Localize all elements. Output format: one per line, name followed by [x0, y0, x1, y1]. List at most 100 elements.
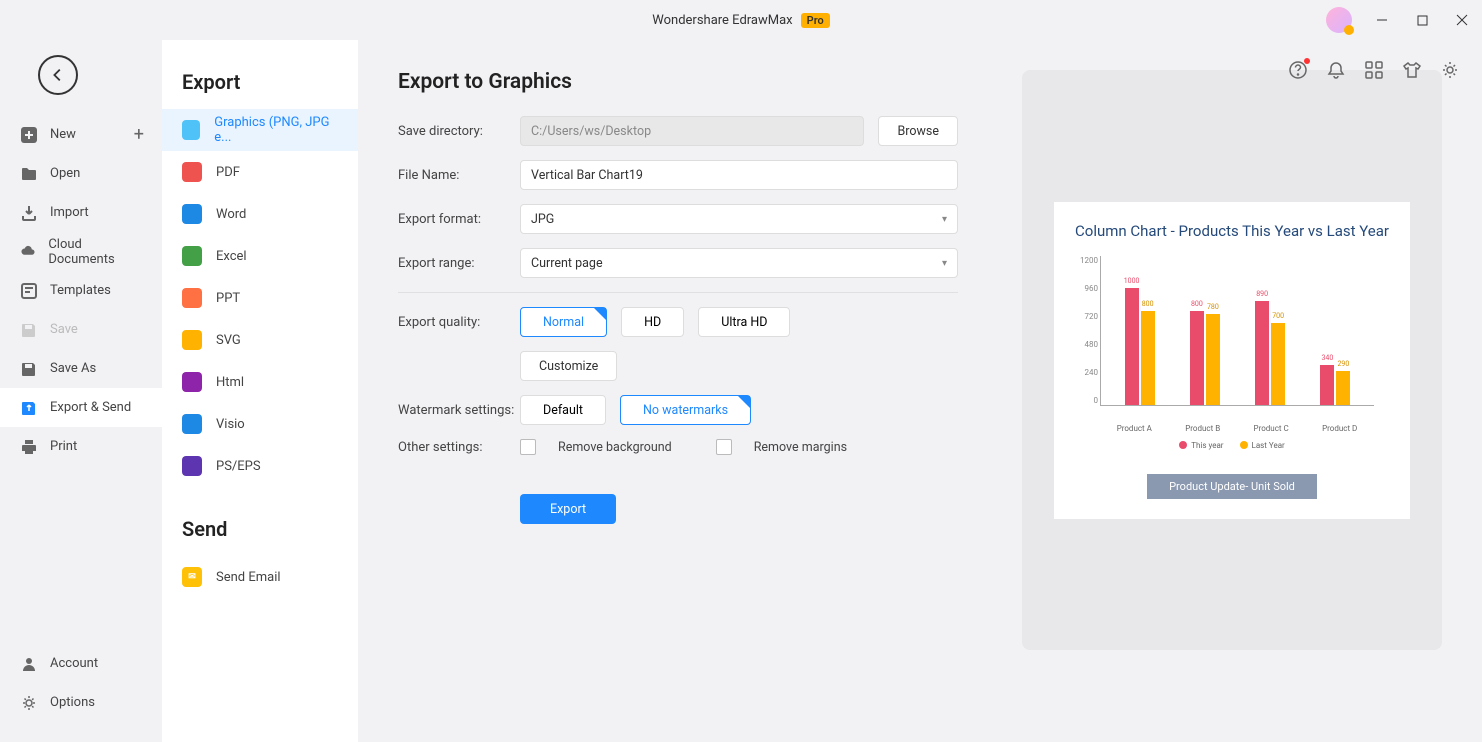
remove-margins-checkbox[interactable]	[716, 439, 732, 455]
x-label: Product C	[1254, 424, 1289, 433]
remove-bg-label: Remove background	[558, 440, 672, 455]
nav-templates[interactable]: Templates	[0, 271, 162, 310]
export-heading: Export	[162, 70, 358, 109]
export-pdf[interactable]: PDF	[162, 151, 358, 193]
preview-panel: Column Chart - Products This Year vs Las…	[1022, 70, 1442, 650]
quality-normal[interactable]: Normal	[520, 307, 607, 337]
account-icon	[20, 655, 38, 673]
word-icon	[182, 204, 202, 224]
export-item-label: Visio	[216, 417, 245, 432]
browse-button[interactable]: Browse	[878, 116, 958, 146]
watermark-label: Watermark settings:	[398, 403, 520, 418]
back-button[interactable]	[38, 55, 78, 95]
nav-options[interactable]: Options	[0, 683, 162, 722]
nav-export[interactable]: Export & Send	[0, 388, 162, 427]
watermark-no-watermarks[interactable]: No watermarks	[620, 395, 751, 425]
quality-hd[interactable]: HD	[621, 307, 684, 337]
bar-value: 700	[1272, 312, 1284, 320]
bell-icon[interactable]	[1326, 60, 1346, 80]
nav-saveas[interactable]: Save As	[0, 349, 162, 388]
format-label: Export format:	[398, 212, 520, 227]
export-excel[interactable]: Excel	[162, 235, 358, 277]
nav-print[interactable]: Print	[0, 427, 162, 466]
range-select[interactable]: Current page	[520, 248, 958, 278]
export-item-label: PDF	[216, 165, 240, 180]
title-bar: Wondershare EdrawMax Pro	[0, 0, 1482, 40]
export-ppt[interactable]: PPT	[162, 277, 358, 319]
bar: 290	[1336, 371, 1350, 405]
bar: 1000	[1125, 288, 1139, 405]
x-label: Product A	[1117, 424, 1152, 433]
quality-ultra-hd[interactable]: Ultra HD	[698, 307, 790, 337]
plus-icon[interactable]: +	[134, 124, 144, 145]
other-label: Other settings:	[398, 440, 520, 455]
img-icon	[182, 120, 200, 140]
file-name-input[interactable]: Vertical Bar Chart19	[520, 160, 958, 190]
open-icon	[20, 165, 38, 183]
y-tick: 480	[1070, 340, 1098, 349]
y-tick: 960	[1070, 284, 1098, 293]
html-icon	[182, 372, 202, 392]
nav-cloud[interactable]: Cloud Documents	[0, 232, 162, 271]
export-item-label: Html	[216, 375, 244, 390]
saveas-icon	[20, 360, 38, 378]
nav-account[interactable]: Account	[0, 644, 162, 683]
send-email[interactable]: ✉Send Email	[162, 556, 358, 598]
customize-button[interactable]: Customize	[520, 351, 617, 381]
range-label: Export range:	[398, 256, 520, 271]
export-button[interactable]: Export	[520, 494, 616, 524]
nav-open[interactable]: Open	[0, 154, 162, 193]
nav-label: Save	[50, 322, 78, 337]
templates-icon	[20, 282, 38, 300]
bar: 340	[1320, 365, 1334, 405]
file-name-label: File Name:	[398, 168, 520, 183]
maximize-button[interactable]	[1402, 0, 1442, 40]
y-tick: 0	[1070, 396, 1098, 405]
chart-title: Column Chart - Products This Year vs Las…	[1070, 222, 1394, 240]
minimize-button[interactable]	[1362, 0, 1402, 40]
remove-bg-checkbox[interactable]	[520, 439, 536, 455]
format-select[interactable]: JPG	[520, 204, 958, 234]
avatar[interactable]	[1326, 7, 1352, 33]
legend-swatch	[1240, 441, 1248, 449]
bar-group: 1000800	[1125, 288, 1155, 405]
save-dir-label: Save directory:	[398, 124, 520, 139]
nav-sidebar: New+ Open ImportCloud DocumentsTemplates Sa…	[0, 40, 162, 742]
help-icon[interactable]	[1288, 60, 1308, 80]
shirt-icon[interactable]	[1402, 60, 1422, 80]
watermark-default[interactable]: Default	[520, 395, 606, 425]
export-img[interactable]: Graphics (PNG, JPG e...	[162, 109, 358, 151]
bar-group: 340290	[1320, 365, 1350, 405]
export-item-label: Graphics (PNG, JPG e...	[214, 115, 338, 145]
save-dir-input: C:/Users/ws/Desktop	[520, 116, 864, 146]
quality-label: Export quality:	[398, 315, 520, 330]
nav-new[interactable]: New+	[0, 115, 162, 154]
nav-import[interactable]: Import	[0, 193, 162, 232]
nav-label: Print	[50, 439, 77, 454]
bar-group: 890700	[1255, 301, 1285, 405]
nav-label: Options	[50, 695, 95, 710]
export-svg[interactable]: SVG	[162, 319, 358, 361]
bar-value: 290	[1337, 360, 1349, 368]
export-item-label: SVG	[216, 333, 241, 348]
remove-margins-label: Remove margins	[754, 440, 847, 455]
save-icon	[20, 321, 38, 339]
export-ps[interactable]: PS/EPS	[162, 445, 358, 487]
page-title: Export to Graphics	[398, 70, 958, 94]
export-item-label: PS/EPS	[216, 459, 261, 474]
chart-banner: Product Update- Unit Sold	[1147, 474, 1317, 499]
close-button[interactable]	[1442, 0, 1482, 40]
svg-icon	[182, 330, 202, 350]
nav-label: Export & Send	[50, 400, 131, 415]
apps-icon[interactable]	[1364, 60, 1384, 80]
export-html[interactable]: Html	[162, 361, 358, 403]
email-icon: ✉	[182, 567, 202, 587]
export-word[interactable]: Word	[162, 193, 358, 235]
nav-label: Open	[50, 166, 80, 181]
visio-icon	[182, 414, 202, 434]
gear-icon[interactable]	[1440, 60, 1460, 80]
export-form-panel: Export to Graphics Save directory: C:/Us…	[358, 40, 1482, 742]
bar-value: 780	[1207, 303, 1219, 311]
bar: 700	[1271, 323, 1285, 405]
export-visio[interactable]: Visio	[162, 403, 358, 445]
